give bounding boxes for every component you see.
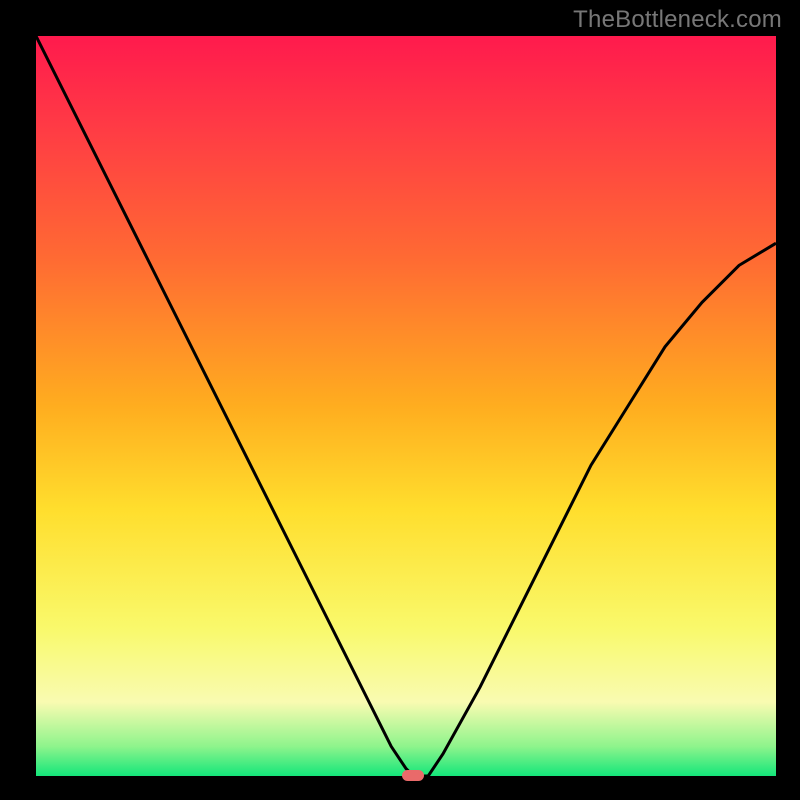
bottleneck-curve [36, 36, 776, 776]
chart-frame: TheBottleneck.com [0, 0, 800, 800]
optimal-point-marker [402, 770, 424, 781]
watermark-text: TheBottleneck.com [573, 6, 782, 34]
